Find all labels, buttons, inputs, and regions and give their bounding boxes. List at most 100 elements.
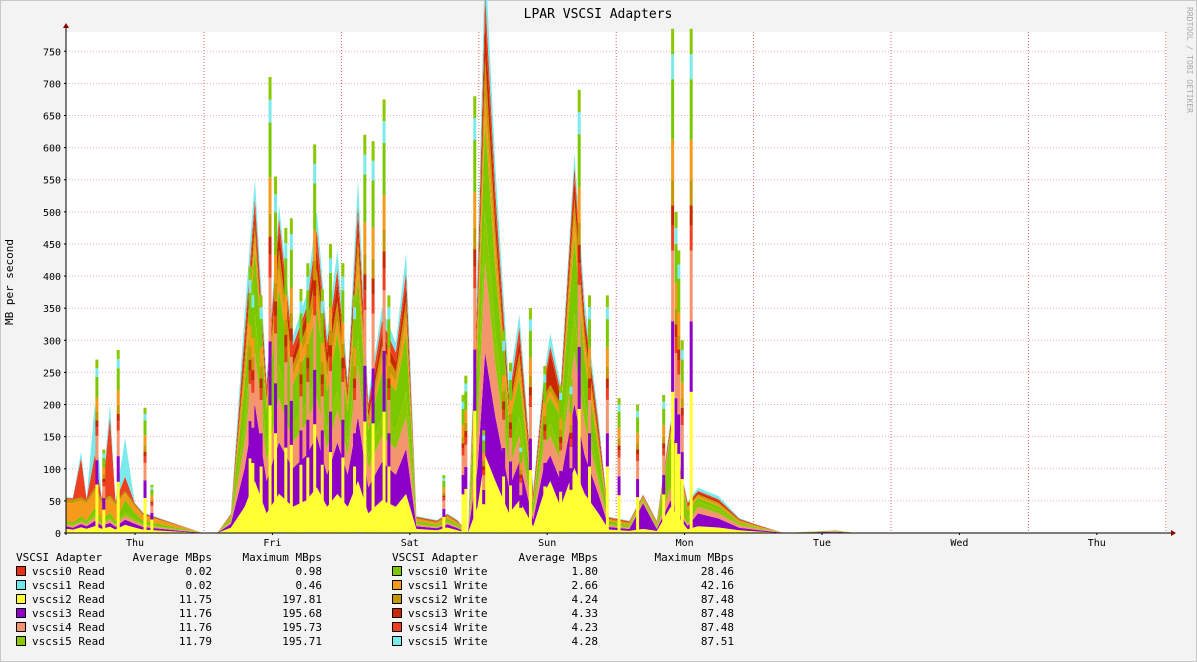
spike-44: [680, 340, 684, 533]
y-tick-label: 150: [43, 433, 61, 444]
legend-max-value: 195.68: [282, 607, 322, 620]
spike-30: [519, 443, 523, 533]
spike-20: [371, 141, 375, 533]
legend-series-name: vscsi4 Read: [16, 621, 122, 635]
x-tick-label: Mon: [676, 538, 694, 549]
x-tick-label: Thu: [1088, 538, 1106, 549]
x-tick-labels: Thu Fri Sat Sun Mon Tue Wed Thu: [126, 538, 1106, 549]
legend-max-value: 195.71: [282, 635, 322, 648]
spike-6: [251, 282, 255, 533]
legend-swatch: [392, 622, 402, 632]
legend-avg-value: 11.79: [178, 635, 212, 648]
legend-swatch: [392, 608, 402, 618]
spike-17: [341, 263, 345, 533]
legend-header-avg: Average MBps: [132, 551, 212, 564]
y-tick-label: 200: [43, 401, 61, 412]
legend-header-adapter: VSCSI Adapter: [392, 551, 479, 564]
legend-read: VSCSI Adapter Average MBps Maximum MBps …: [16, 551, 322, 649]
legend-avg-value: 11.76: [178, 607, 212, 620]
spike-2: [116, 349, 120, 533]
legend-swatch: [392, 594, 402, 604]
legend-write: VSCSI Adapter Average MBps Maximum MBps …: [392, 551, 734, 649]
chart-title: LPAR VSCSI Adapters: [524, 7, 673, 22]
y-tick-label: 500: [43, 208, 61, 219]
spike-11: [289, 218, 293, 533]
legend-avg-value: 4.33: [571, 607, 599, 620]
legend-avg-value: 0.02: [185, 565, 213, 578]
legend-series-name: vscsi3 Read: [16, 607, 122, 621]
y-tick-label: 600: [43, 144, 61, 155]
y-tick-label: 750: [43, 47, 61, 58]
legend-max-value: 87.48: [700, 593, 734, 606]
legend-row: vscsi5 Write 4.28 87.51: [392, 635, 734, 649]
legend-avg-value: 4.28: [571, 635, 599, 648]
legend-series-name: vscsi5 Read: [16, 635, 122, 649]
legend-max-value: 87.51: [700, 635, 734, 648]
legend-swatch: [392, 636, 402, 646]
spike-5: [248, 266, 252, 533]
legend-row: vscsi4 Read 11.76 195.73: [16, 621, 322, 635]
legend-series-name: vscsi3 Write: [392, 607, 498, 621]
legend-row: vscsi0 Write 1.80 28.46: [392, 565, 734, 579]
legend-series-name: vscsi5 Write: [392, 635, 498, 649]
spike-1: [102, 449, 106, 533]
legend-row: vscsi3 Write 4.33 87.48: [392, 607, 734, 621]
legend-max-value: 0.46: [295, 579, 323, 592]
spike-23: [442, 475, 446, 533]
spike-31: [528, 308, 532, 533]
spike-15: [320, 288, 324, 533]
spike-26: [473, 96, 477, 533]
legend-max-value: 195.73: [282, 621, 322, 634]
y-tick-label: 350: [43, 304, 61, 315]
spike-32: [543, 366, 547, 533]
legend-max-value: 87.48: [700, 621, 734, 634]
legend-avg-value: 2.66: [571, 579, 599, 592]
x-tick-label: Tue: [813, 538, 831, 549]
x-axis-arrow: [1171, 530, 1176, 536]
spike-27: [482, 430, 486, 533]
legend-avg-value: 1.80: [571, 565, 599, 578]
spike-41: [671, 28, 675, 533]
y-axis-arrow: [63, 23, 69, 28]
y-tick-label: 550: [43, 176, 61, 187]
y-tick-labels: 0 50 100 150 200 250 300 350 400 450 500 550 600 650 7…: [43, 47, 61, 540]
legend-max-value: 197.81: [282, 593, 322, 606]
spike-16: [328, 243, 332, 533]
spike-36: [587, 295, 591, 533]
y-tick-label: 700: [43, 79, 61, 90]
legend-header-max: Maximum MBps: [654, 551, 734, 564]
legend-row: vscsi5 Read 11.79 195.71: [16, 635, 322, 649]
legend-row: vscsi2 Read 11.75 197.81: [16, 593, 322, 607]
legend-row: vscsi3 Read 11.76 195.68: [16, 607, 322, 621]
legend-series-name: vscsi0 Write: [392, 565, 498, 579]
legend-swatch: [16, 622, 26, 632]
spike-38: [617, 398, 621, 533]
spike-33: [559, 385, 563, 533]
x-tick-label: Fri: [263, 538, 281, 549]
y-tick-label: 400: [43, 272, 61, 283]
legend-max-value: 87.48: [700, 607, 734, 620]
legend-swatch: [16, 636, 26, 646]
spike-12: [299, 288, 303, 533]
legend-swatch: [392, 580, 402, 590]
legend-header: VSCSI Adapter Average MBps Maximum MBps: [16, 551, 322, 565]
legend-row: vscsi0 Read 0.02 0.98: [16, 565, 322, 579]
legend-header-max: Maximum MBps: [242, 551, 322, 564]
x-tick-label: Sun: [538, 538, 556, 549]
y-tick-label: 100: [43, 465, 61, 476]
spike-13: [306, 263, 310, 533]
spike-10: [284, 227, 288, 533]
legend-swatch: [16, 594, 26, 604]
spike-3: [143, 407, 147, 533]
spike-24: [461, 394, 465, 533]
y-tick-label: 50: [49, 497, 61, 508]
legend-avg-value: 11.75: [178, 593, 212, 606]
y-axis-label: MB per second: [3, 239, 16, 325]
legend-row: vscsi4 Write 4.23 87.48: [392, 621, 734, 635]
legend-header-adapter: VSCSI Adapter: [16, 551, 103, 564]
spike-42: [674, 211, 678, 533]
spike-29: [508, 362, 512, 533]
legend-series-name: vscsi0 Read: [16, 565, 122, 579]
spike-34: [569, 378, 573, 533]
x-tick-label: Thu: [126, 538, 144, 549]
